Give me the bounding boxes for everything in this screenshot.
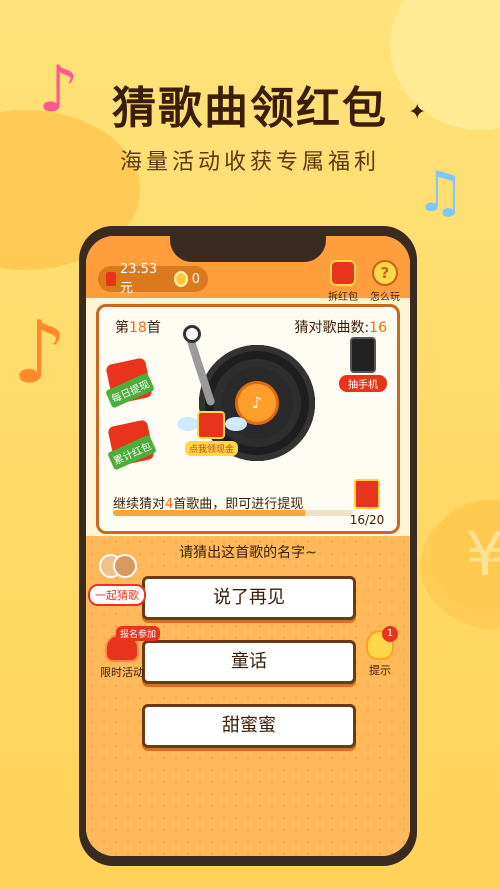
how-to-play-label: 怎么玩 bbox=[370, 292, 400, 303]
red-packet-icon bbox=[106, 272, 116, 286]
balance-amount: 23.53元 bbox=[119, 262, 158, 296]
avatar-group bbox=[97, 554, 137, 582]
hint-label: 提示 bbox=[369, 664, 391, 677]
wing-icon bbox=[177, 417, 199, 431]
withdraw-goal[interactable]: 16/20 bbox=[347, 479, 387, 527]
open-red-packet-label: 拆红包 bbox=[328, 292, 358, 303]
question-icon: ? bbox=[372, 260, 398, 286]
phone-prize-label: 抽手机 bbox=[339, 375, 387, 392]
song-number: 第18首 bbox=[115, 320, 161, 336]
answer-option-2[interactable]: 童话 bbox=[142, 640, 356, 684]
guess-together-label: 一起猜歌 bbox=[88, 584, 146, 606]
cumulative-red-packet-label: 累计红包 bbox=[107, 434, 157, 471]
flying-red-packet[interactable]: 点我领现金 bbox=[177, 411, 247, 456]
phone-icon bbox=[350, 337, 376, 373]
correct-count: 猜对歌曲数:16 bbox=[294, 320, 387, 336]
progress-counter: 16/20 bbox=[349, 513, 385, 527]
answer-option-1[interactable]: 说了再见 bbox=[142, 576, 356, 620]
limited-event-button[interactable]: 报名参加 限时活动 bbox=[92, 626, 161, 680]
daily-withdraw-label: 每日提现 bbox=[105, 372, 155, 409]
tonearm-pivot bbox=[183, 325, 201, 343]
red-packet-icon bbox=[354, 479, 380, 509]
open-red-packet-button[interactable]: 拆红包 bbox=[326, 260, 360, 303]
hint-count-badge: 1 bbox=[382, 626, 398, 642]
coin-icon bbox=[173, 271, 188, 287]
wing-icon bbox=[225, 417, 247, 431]
red-packet-icon bbox=[330, 260, 356, 286]
promo-subline: 海量活动收获专属福利 bbox=[119, 150, 380, 175]
cumulative-red-packet-button[interactable]: 累计红包 bbox=[107, 419, 157, 471]
signup-badge: 报名参加 bbox=[116, 626, 161, 641]
balance-pill[interactable]: 23.53元 0 bbox=[98, 262, 208, 296]
phone-notch bbox=[170, 236, 326, 262]
limited-event-label: 限时活动 bbox=[100, 666, 144, 679]
progress-fill bbox=[113, 510, 305, 516]
daily-withdraw-button[interactable]: 每日提现 bbox=[105, 357, 155, 409]
phone-prize-button[interactable]: 抽手机 bbox=[339, 337, 387, 392]
progress-bar bbox=[113, 510, 353, 516]
app-screen: 23.53元 0 拆红包 ? 怎么玩 第18首 猜对歌曲数:16 每日提现 累计… bbox=[86, 236, 410, 856]
answer-option-3[interactable]: 甜蜜蜜 bbox=[142, 704, 356, 748]
music-note-icon: ♪ bbox=[12, 303, 67, 403]
promo-headline: 猜歌曲领红包 bbox=[112, 83, 388, 134]
guess-together-button[interactable]: 一起猜歌 bbox=[88, 554, 146, 606]
game-card: 第18首 猜对歌曲数:16 每日提现 累计红包 ♪ 点我领现金 抽手机 继续猜对… bbox=[96, 304, 400, 534]
coin-count: 0 bbox=[191, 271, 201, 287]
how-to-play-button[interactable]: ? 怎么玩 bbox=[368, 260, 402, 303]
flying-packet-tag: 点我领现金 bbox=[185, 441, 239, 456]
hint-button[interactable]: 1 提示 bbox=[360, 626, 400, 678]
top-bar: 23.53元 0 拆红包 ? 怎么玩 bbox=[86, 236, 410, 303]
red-packet-icon bbox=[197, 411, 225, 439]
